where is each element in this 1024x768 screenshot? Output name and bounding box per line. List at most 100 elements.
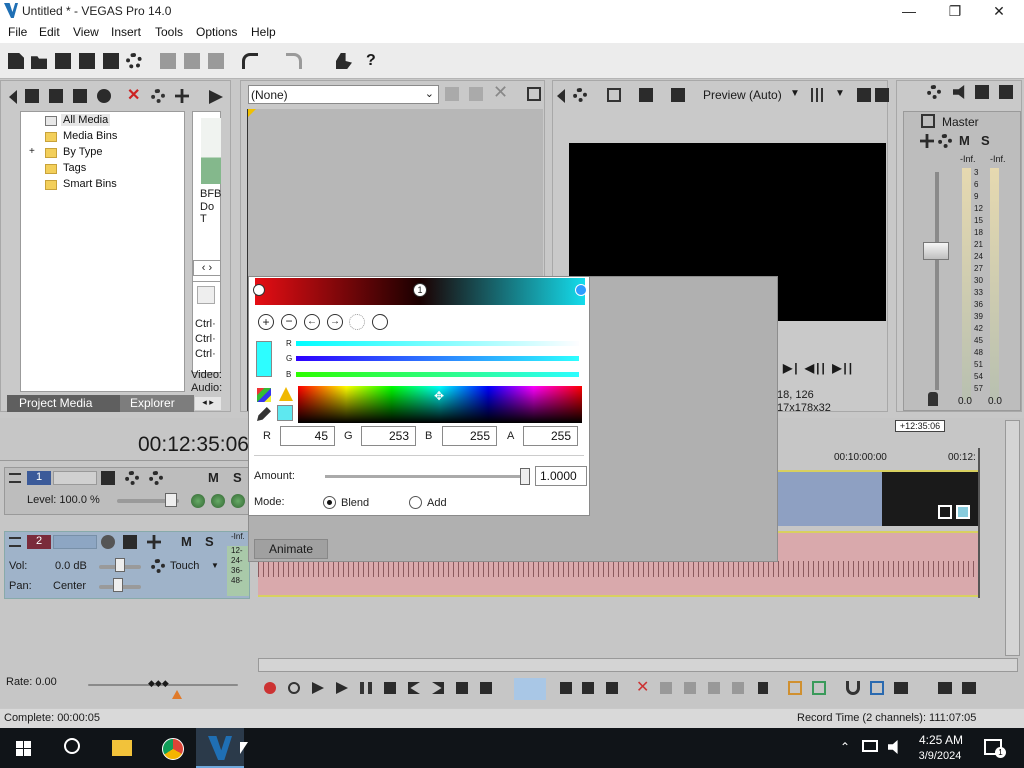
tree-by-type[interactable]: By Type xyxy=(63,146,103,158)
blue-slider-thumb[interactable] xyxy=(575,377,585,384)
clock-date[interactable]: 3/9/2024 xyxy=(912,750,968,762)
eyedropper-icon[interactable] xyxy=(257,407,271,421)
preset-dropdown[interactable]: (None) ⌄ xyxy=(248,85,439,104)
master-insert-fx-icon[interactable] xyxy=(921,114,935,128)
chevron-down-icon[interactable]: ▼ xyxy=(790,88,800,99)
horizontal-scrollbar[interactable] xyxy=(258,658,1018,672)
fx-panel-menu-icon[interactable] xyxy=(527,87,541,101)
track-2-mute-button[interactable]: M xyxy=(181,534,192,549)
track-1-name-field[interactable] xyxy=(53,471,97,485)
group-event-icon[interactable] xyxy=(962,682,976,694)
loop-playback-button[interactable] xyxy=(288,682,300,694)
distribute-stops-icon[interactable] xyxy=(372,314,388,330)
taskbar-vegas[interactable] xyxy=(196,728,244,768)
copy-icon[interactable] xyxy=(184,53,200,69)
chevron-down-icon[interactable]: ▼ xyxy=(835,88,845,99)
master-fx-icon[interactable] xyxy=(927,85,941,99)
remove-media-icon[interactable]: ✕ xyxy=(127,88,141,104)
collapse-track-icon[interactable] xyxy=(9,473,21,483)
blend-radio[interactable] xyxy=(323,496,336,509)
maximize-button[interactable]: ❐ xyxy=(932,0,978,22)
taskbar-chrome[interactable] xyxy=(148,728,196,768)
show-hidden-icons-chevron[interactable]: ⌃ xyxy=(840,740,850,754)
capture-video-icon[interactable] xyxy=(49,89,63,103)
envelope-tool-button[interactable] xyxy=(560,682,572,694)
menu-help[interactable]: Help xyxy=(251,25,276,39)
minimize-button[interactable]: — xyxy=(886,0,932,22)
panel-more-icon[interactable] xyxy=(209,90,223,104)
preview-transport-icons[interactable]: ▶| ◀|| ▶|| xyxy=(783,361,854,375)
menu-file[interactable]: File xyxy=(8,25,27,39)
snapping-magnet-icon[interactable] xyxy=(846,681,860,695)
master-volume-fader[interactable] xyxy=(923,242,949,260)
record-button[interactable] xyxy=(264,682,276,694)
lock-icon[interactable] xyxy=(928,392,938,406)
green-slider[interactable] xyxy=(296,356,579,361)
menu-edit[interactable]: Edit xyxy=(39,25,60,39)
add-stop-icon[interactable]: + xyxy=(258,314,274,330)
render-icon[interactable] xyxy=(103,53,119,69)
track-2-number[interactable]: 2 xyxy=(27,535,51,549)
speaker-icon[interactable] xyxy=(953,85,965,99)
volume-icon[interactable] xyxy=(888,740,898,754)
save-snapshot-icon[interactable] xyxy=(875,88,889,102)
playhead-cursor[interactable] xyxy=(978,448,980,598)
vertical-scrollbar[interactable] xyxy=(1005,420,1020,656)
redo-icon[interactable] xyxy=(286,53,302,69)
tree-smart-bins[interactable]: Smart Bins xyxy=(63,178,117,190)
arm-record-icon[interactable] xyxy=(101,535,115,549)
menu-tools[interactable]: Tools xyxy=(155,25,183,39)
track-1-number[interactable]: 1 xyxy=(27,471,51,485)
taskbar-file-explorer[interactable] xyxy=(98,728,146,768)
insert-marker-icon[interactable] xyxy=(788,681,802,695)
animate-button[interactable]: Animate xyxy=(254,539,328,559)
tab-scroll-arrows[interactable]: ◂ ▸ xyxy=(195,397,221,410)
master-solo-button[interactable]: S xyxy=(981,133,990,148)
automation-mode-icon[interactable] xyxy=(151,559,165,573)
mixer-insert-icon[interactable] xyxy=(975,85,989,99)
color-spectrum-picker[interactable]: ✥ xyxy=(298,386,582,423)
rate-thumb-icon[interactable]: ◆◆◆ xyxy=(148,678,169,689)
amount-slider-thumb[interactable] xyxy=(520,468,530,485)
save-icon[interactable] xyxy=(55,53,71,69)
center-stop-icon[interactable] xyxy=(349,314,365,330)
clock-time[interactable]: 4:25 AM xyxy=(916,733,966,747)
delete-icon[interactable]: ✕ xyxy=(636,680,649,696)
by-type-expander[interactable]: + xyxy=(29,146,35,157)
go-to-end-button[interactable] xyxy=(432,682,444,694)
tree-media-bins[interactable]: Media Bins xyxy=(63,130,117,142)
auto-crossfade-icon[interactable] xyxy=(870,681,884,695)
properties-gear-icon[interactable] xyxy=(126,53,142,69)
copy-snapshot-icon[interactable] xyxy=(857,88,871,102)
red-value-field[interactable] xyxy=(280,426,335,446)
master-fx-chain-icon[interactable] xyxy=(938,134,952,148)
remove-stop-icon[interactable]: − xyxy=(281,314,297,330)
mixer-options-icon[interactable] xyxy=(999,85,1013,99)
track-motion-icon[interactable] xyxy=(101,471,115,485)
selection-tool-button[interactable] xyxy=(582,682,594,694)
project-properties-icon[interactable] xyxy=(607,88,621,102)
play-button[interactable] xyxy=(336,682,348,694)
next-frame-button[interactable] xyxy=(480,682,492,694)
track-1-video-event[interactable] xyxy=(778,470,978,526)
previous-frame-button[interactable] xyxy=(456,682,468,694)
automation-icon[interactable] xyxy=(920,134,934,148)
track-2-solo-button[interactable]: S xyxy=(205,534,214,549)
network-icon[interactable] xyxy=(862,740,878,752)
tab-project-media[interactable]: Project Media xyxy=(7,395,120,412)
save-preset-icon[interactable] xyxy=(469,87,483,101)
media-fx-icon[interactable] xyxy=(151,89,165,103)
ripple-edit-icon[interactable] xyxy=(894,682,908,694)
import-media-icon[interactable] xyxy=(25,89,39,103)
timeline-ruler[interactable]: 00:10:00:00 00:12: xyxy=(778,448,1003,468)
next-stop-icon[interactable]: → xyxy=(327,314,343,330)
panel-grip-icon[interactable] xyxy=(9,90,17,104)
track-1-level-thumb[interactable] xyxy=(165,493,177,507)
red-slider-thumb[interactable] xyxy=(342,346,352,353)
amount-value-field[interactable] xyxy=(535,466,587,486)
action-center-icon[interactable]: 1 xyxy=(984,739,1006,758)
insert-region-icon[interactable] xyxy=(812,681,826,695)
tree-tags[interactable]: Tags xyxy=(63,162,86,174)
track-1-solo-button[interactable]: S xyxy=(233,470,242,485)
open-icon[interactable] xyxy=(31,56,47,69)
